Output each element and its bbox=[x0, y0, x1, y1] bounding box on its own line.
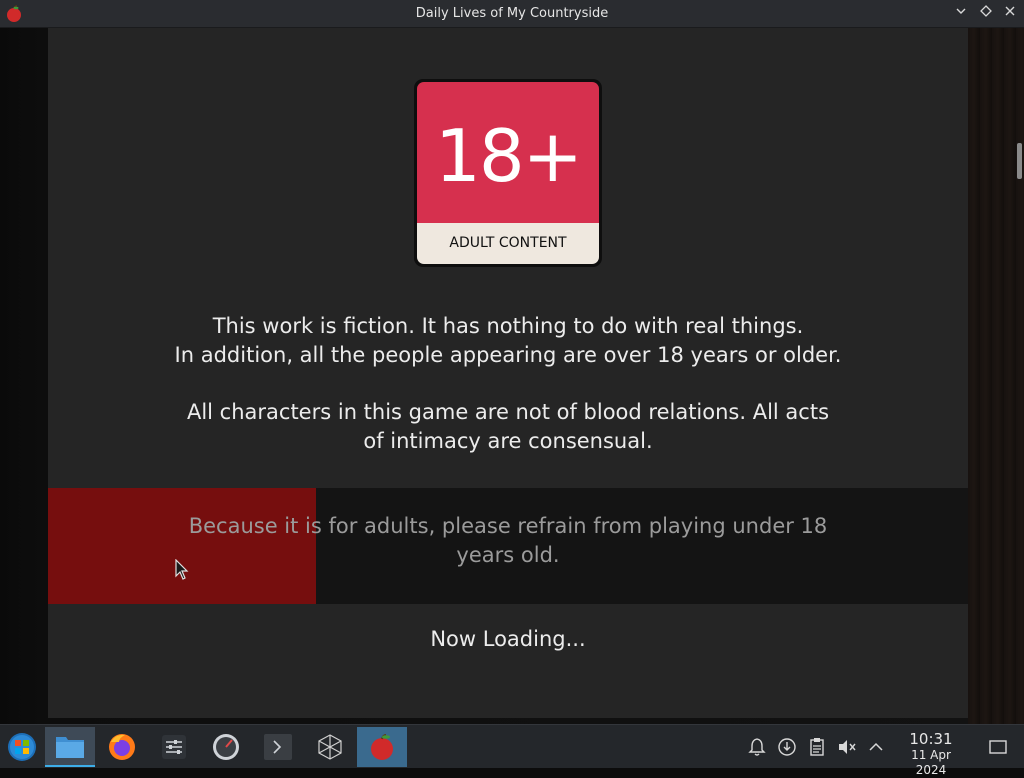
start-orb-icon bbox=[8, 733, 36, 761]
adult-content-label: ADULT CONTENT bbox=[417, 223, 599, 264]
clock[interactable]: 10:31 11 Apr 2024 bbox=[894, 731, 968, 778]
updates-icon[interactable] bbox=[777, 737, 797, 757]
age-rating-badge: 18+ ADULT CONTENT bbox=[414, 79, 602, 267]
firefox-icon bbox=[109, 734, 135, 760]
wireframe-cube-icon bbox=[318, 734, 342, 760]
taskbar-box-app[interactable] bbox=[305, 727, 355, 767]
taskbar-file-manager[interactable] bbox=[45, 727, 95, 767]
desktop-wood-edge bbox=[968, 28, 1024, 724]
taskbar: 10:31 11 Apr 2024 bbox=[0, 724, 1024, 777]
notifications-icon[interactable] bbox=[747, 737, 767, 757]
taskbar-system-settings[interactable] bbox=[149, 727, 199, 767]
clipboard-icon[interactable] bbox=[807, 737, 827, 757]
loading-text: Now Loading... bbox=[430, 627, 586, 651]
age-warning-band: Because it is for adults, please refrain… bbox=[48, 488, 968, 604]
chevron-up-icon[interactable] bbox=[866, 737, 886, 757]
minimize-button[interactable] bbox=[952, 5, 970, 23]
apple-app-icon bbox=[371, 734, 393, 760]
disclaimer-line: All characters in this game are not of b… bbox=[186, 400, 830, 424]
close-button[interactable] bbox=[1001, 5, 1019, 23]
folder-icon bbox=[56, 737, 84, 758]
mouse-cursor-icon bbox=[175, 559, 189, 580]
close-icon bbox=[1005, 6, 1015, 16]
game-screen[interactable]: 18+ ADULT CONTENT This work is fiction. … bbox=[48, 28, 968, 718]
age-rating-number: 18+ bbox=[417, 82, 599, 223]
taskbar-game-app[interactable] bbox=[357, 727, 407, 767]
chevron-down-icon bbox=[956, 8, 966, 14]
window-title: Daily Lives of My Countryside bbox=[415, 6, 609, 21]
volume-muted-icon[interactable] bbox=[837, 737, 857, 757]
start-menu-button[interactable] bbox=[0, 727, 44, 767]
clock-date: 11 Apr 2024 bbox=[911, 748, 951, 777]
gauge-icon bbox=[213, 734, 239, 760]
fiction-disclaimer: This work is fiction. It has nothing to … bbox=[48, 312, 968, 370]
clock-time: 10:31 bbox=[909, 730, 953, 748]
show-desktop-icon[interactable] bbox=[988, 737, 1008, 757]
taskbar-disk-usage[interactable] bbox=[201, 727, 251, 767]
diamond-icon bbox=[980, 5, 992, 17]
relations-disclaimer: All characters in this game are not of b… bbox=[48, 398, 968, 456]
taskbar-terminal[interactable] bbox=[253, 727, 303, 767]
disclaimer-line: of intimacy are consensual. bbox=[363, 429, 653, 453]
warning-line: Because it is for adults, please refrain… bbox=[188, 514, 828, 538]
taskbar-firefox[interactable] bbox=[97, 727, 147, 767]
settings-sliders-icon bbox=[162, 735, 186, 759]
title-bar: Daily Lives of My Countryside bbox=[0, 0, 1024, 28]
terminal-icon bbox=[264, 734, 292, 760]
maximize-button[interactable] bbox=[977, 5, 995, 23]
disclaimer-line: This work is fiction. It has nothing to … bbox=[212, 314, 804, 338]
scrollbar[interactable] bbox=[1017, 143, 1022, 179]
disclaimer-line: In addition, all the people appearing ar… bbox=[174, 343, 842, 367]
